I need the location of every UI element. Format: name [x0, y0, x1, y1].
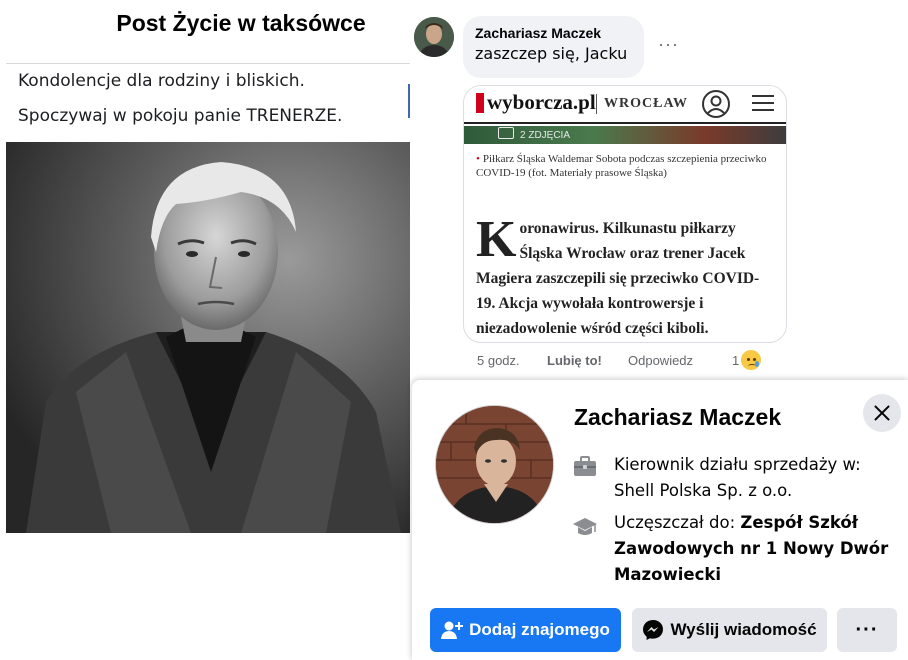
add-friend-icon	[441, 621, 464, 639]
post-text-line-2: Spoczywaj w pokoju panie TRENERZE.	[18, 106, 343, 126]
comment-bubble: Zachariasz Maczek zaszczep się, Jacku	[463, 16, 644, 78]
article-caption: Piłkarz Śląska Waldemar Sobota podczas s…	[476, 152, 776, 180]
linked-article-image[interactable]: wyborcza.pl WROCŁAW 2 ZDJĘCIA Piłkarz Śl…	[463, 85, 787, 343]
left-post-panel: Post Życie w taksówce Kondolencje dla ro…	[0, 0, 412, 560]
send-message-button[interactable]: Wyślij wiadomość	[632, 608, 827, 652]
profile-avatar-image	[436, 406, 553, 523]
education-prefix: Uczęszczał do:	[614, 513, 741, 532]
sad-reaction-icon[interactable]	[740, 349, 762, 371]
portrait-image	[6, 142, 410, 533]
site-section: WROCŁAW	[604, 96, 689, 111]
education-info: Uczęszczał do: Zespół Szkół Zawodowych n…	[614, 510, 899, 588]
close-icon[interactable]	[863, 394, 901, 432]
hamburger-menu-icon	[752, 95, 774, 113]
commenter-avatar[interactable]	[414, 17, 454, 57]
reply-button[interactable]: Odpowiedz	[628, 353, 693, 368]
add-friend-label: Dodaj znajomego	[469, 620, 610, 639]
header-separator	[596, 94, 597, 114]
site-logo: wyborcza.pl	[487, 90, 596, 114]
work-info: Kierownik działu sprzedaży w: Shell Pols…	[614, 455, 861, 500]
dropcap: K	[476, 211, 517, 268]
user-icon	[702, 90, 730, 118]
messenger-icon	[643, 620, 664, 640]
article-header: wyborcza.pl WROCŁAW	[464, 86, 786, 124]
profile-name[interactable]: Zachariasz Maczek	[574, 404, 781, 431]
edge-accent	[408, 84, 410, 118]
send-message-label: Wyślij wiadomość	[670, 620, 817, 639]
comment-options-button[interactable]: ···	[658, 34, 679, 55]
photos-badge: 2 ZDJĘCIA	[498, 127, 570, 141]
comment-text: zaszczep się, Jacku	[475, 44, 628, 63]
briefcase-icon	[572, 454, 598, 480]
comment-timestamp[interactable]: 5 godz.	[477, 353, 520, 368]
divider	[6, 63, 410, 64]
graduation-cap-icon	[572, 514, 598, 540]
profile-hover-card: Zachariasz Maczek Kierownik działu sprze…	[412, 380, 908, 660]
post-text-line-1: Kondolencje dla rodziny i bliskich.	[18, 71, 305, 91]
comment-author[interactable]: Zachariasz Maczek	[475, 25, 632, 41]
article-lead: Koronawirus. Kilkunastu piłkarzy Śląska …	[476, 211, 776, 341]
article-lead-text: oronawirus. Kilkunastu piłkarzy Śląska W…	[476, 220, 760, 337]
more-options-button[interactable]: ···	[837, 608, 897, 652]
profile-avatar[interactable]	[435, 405, 554, 524]
avatar-image	[414, 17, 454, 57]
add-friend-button[interactable]: Dodaj znajomego	[430, 608, 621, 652]
post-photo[interactable]	[6, 142, 410, 533]
post-title: Post Życie w taksówce	[116, 10, 366, 36]
like-button[interactable]: Lubię to!	[547, 353, 602, 368]
reaction-count[interactable]: 1	[732, 353, 739, 368]
site-logo-mark	[476, 93, 484, 113]
